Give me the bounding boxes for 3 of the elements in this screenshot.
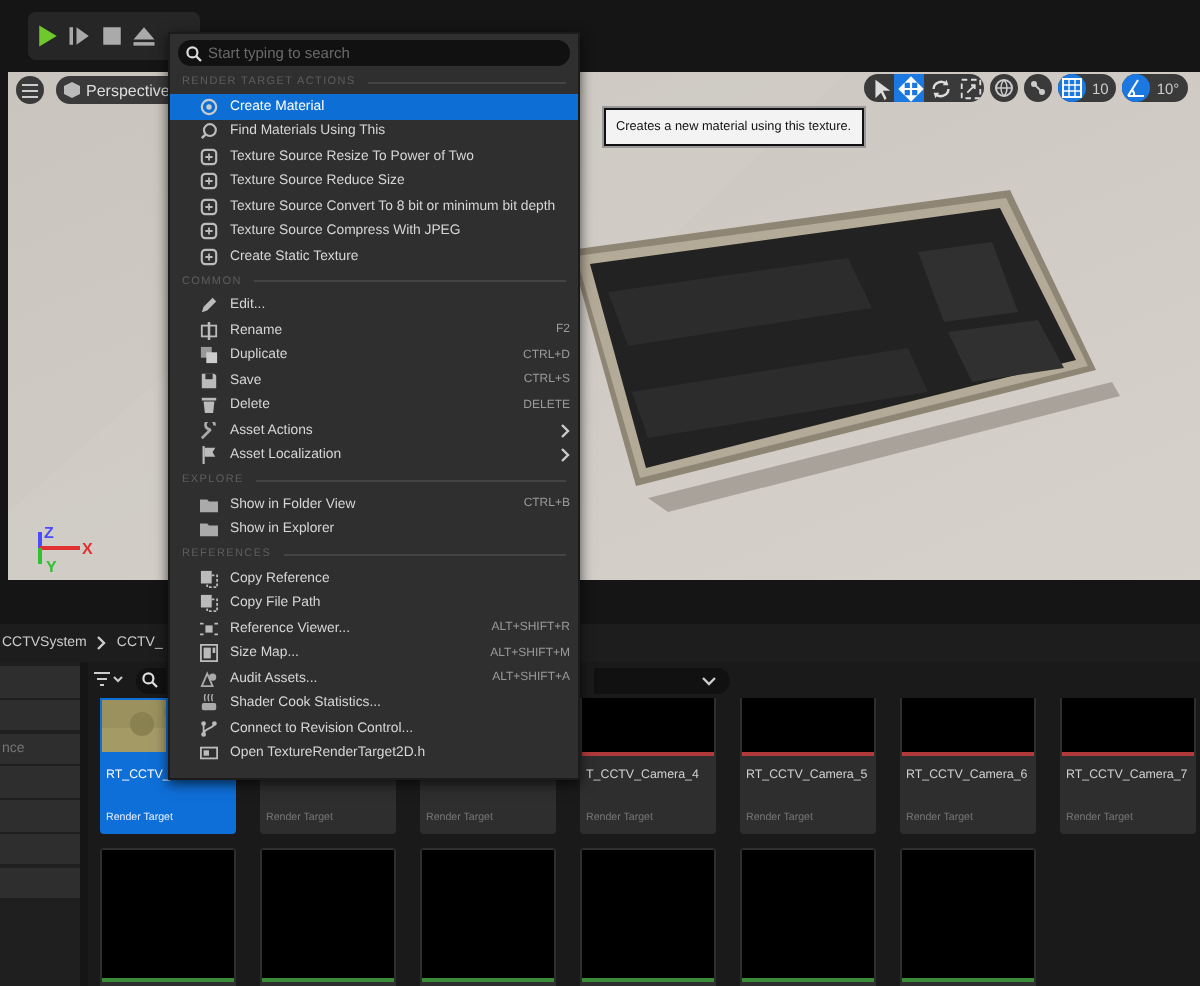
axis-label: X xyxy=(82,540,93,558)
axis-label: Z xyxy=(44,524,54,542)
axis-label: Y xyxy=(46,558,57,576)
